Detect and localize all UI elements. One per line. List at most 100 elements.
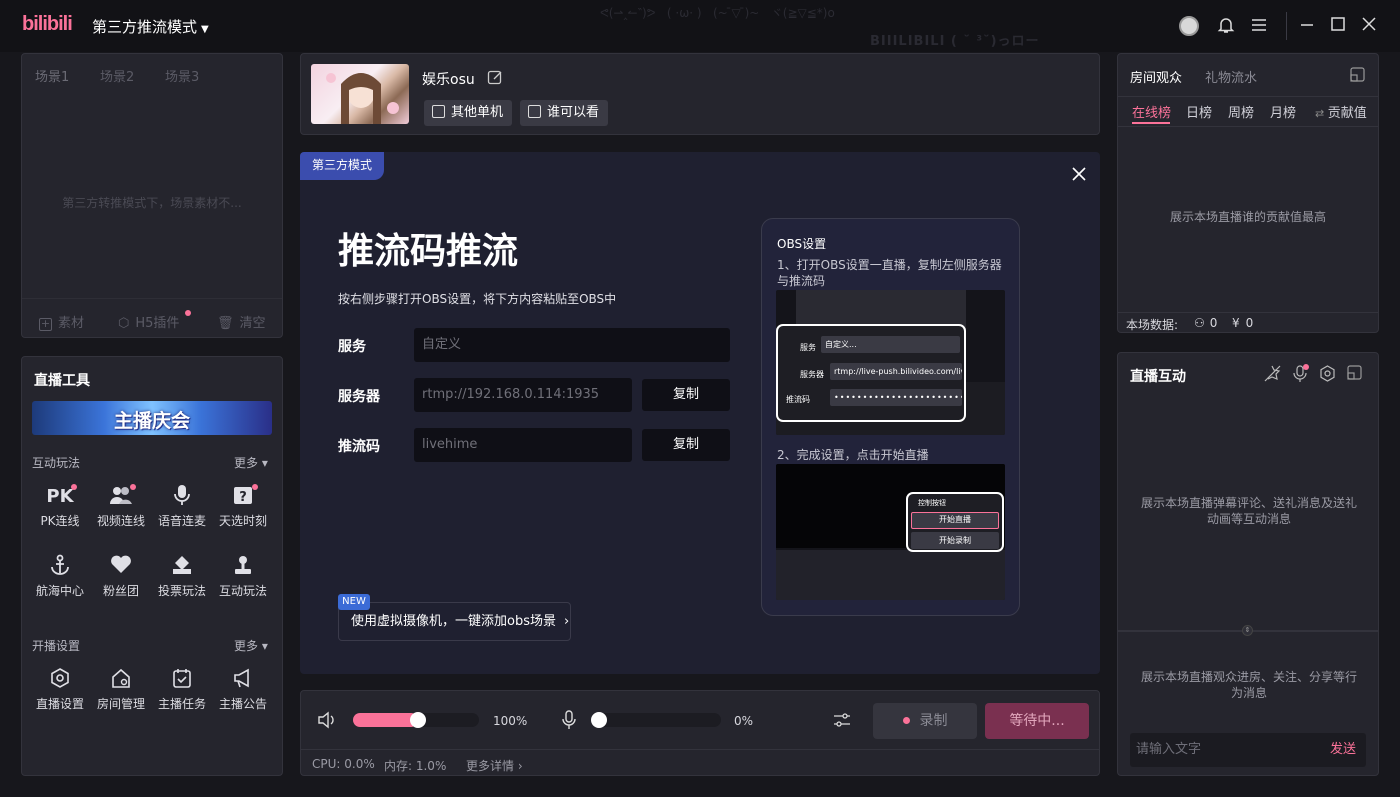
tool-interactive-play[interactable]: 互动玩法 [213, 554, 273, 599]
record-button[interactable]: 录制 [873, 703, 977, 739]
viewer-count: ⚇ 0 [1194, 316, 1218, 330]
user-avatar[interactable] [1179, 16, 1199, 36]
virtual-camera-button[interactable]: 使用虚拟摄像机，一键添加obs场景 › [338, 602, 571, 641]
mic-icon[interactable] [561, 710, 577, 734]
close-icon[interactable] [1359, 16, 1379, 36]
new-badge: NEW [338, 594, 370, 610]
copy-server-button[interactable]: 复制 [642, 379, 730, 411]
volume-knob[interactable] [410, 712, 426, 728]
visibility-button[interactable]: 谁可以看 [520, 100, 609, 126]
tool-live-settings[interactable]: 直播设置 [30, 667, 90, 712]
caret-down-icon: ▼ [201, 24, 209, 35]
title-bar: ᕙ(⇀‸↼‶)ᕗ ( ·ω· ) (~ ̄▽ ̄)~ ヾ(≧▽≦*)o BIII… [0, 0, 1400, 52]
send-button[interactable]: 发送 [1330, 733, 1356, 767]
tab-gift-flow[interactable]: 礼物流水 [1205, 67, 1257, 86]
maximize-icon[interactable] [1328, 16, 1348, 36]
rank-daily[interactable]: 日榜 [1186, 102, 1212, 121]
audience-panel: 房间观众 礼物流水 在线榜 日榜 周榜 月榜 ⇄ 贡献值 展示本场直播谁的贡献值… [1117, 53, 1379, 333]
popout-icon[interactable] [1350, 67, 1365, 86]
add-material-button[interactable]: + 素材 [39, 312, 84, 331]
home-icon [106, 667, 136, 693]
bell-icon[interactable] [1216, 16, 1236, 36]
effects-off-icon[interactable] [1264, 365, 1281, 386]
close-icon[interactable] [1072, 162, 1086, 186]
scene-tab-2[interactable]: 场景2 [100, 66, 134, 85]
obs-guide-card: OBS设置 1、打开OBS设置一直播，复制左侧服务器与推流码 服务 自定义...… [761, 218, 1020, 616]
tool-fan-club[interactable]: 粉丝团 [91, 554, 151, 599]
start-live-button[interactable]: 等待中... [985, 703, 1089, 739]
settings-icon[interactable] [1319, 365, 1336, 386]
anchor-icon [45, 554, 75, 580]
more-details-link[interactable]: 更多详情 › [466, 757, 523, 774]
notification-dot [185, 310, 191, 316]
category-button[interactable]: 其他单机 [424, 100, 513, 126]
tool-video-link[interactable]: 视频连线 [91, 484, 151, 529]
clear-button[interactable]: 🗑 清空 [217, 312, 266, 331]
h5-plugin-button[interactable]: ⬡ H5插件 [118, 312, 179, 331]
rank-weekly[interactable]: 周榜 [1228, 102, 1254, 121]
edit-icon[interactable] [487, 69, 503, 89]
mixer-icon[interactable] [833, 712, 851, 732]
mic-notify-icon[interactable] [1292, 364, 1309, 386]
mode-selector[interactable]: 第三方推流模式 ▼ [92, 16, 209, 37]
tab-room-audience[interactable]: 房间观众 [1130, 67, 1182, 86]
heart-icon [106, 554, 136, 580]
volume-value: 100% [493, 714, 528, 728]
tools-title: 直播工具 [34, 373, 90, 389]
mode-badge: 第三方模式 [300, 152, 384, 180]
speaker-icon[interactable] [317, 711, 337, 733]
interaction-title: 直播互动 [1130, 369, 1186, 385]
tool-vote[interactable]: 投票玩法 [152, 554, 212, 599]
scene-tab-3[interactable]: 场景3 [165, 66, 199, 85]
minimize-icon[interactable] [1297, 16, 1317, 36]
divider [1118, 96, 1378, 97]
volume-fill [353, 713, 418, 727]
mic-value: 0% [734, 714, 754, 728]
server-label: 服务器 [338, 389, 380, 405]
stream-key-field[interactable]: livehime [414, 428, 632, 462]
room-cover-image[interactable] [311, 64, 409, 124]
rank-contribution[interactable]: ⇄ 贡献值 [1315, 102, 1367, 121]
divider [1286, 12, 1287, 40]
tool-voyage[interactable]: 航海中心 [30, 554, 90, 599]
splitter-handle-icon[interactable]: ⇕ [1242, 625, 1253, 636]
interaction-panel: 直播互动 展示本场直播弹幕评论、送礼消息及送礼动画等互动消息 ⇕ 展示本场直播观… [1117, 352, 1379, 776]
server-field[interactable]: rtmp://192.168.0.114:1935 [414, 378, 632, 412]
tool-announcement[interactable]: 主播公告 [213, 667, 273, 712]
copy-key-button[interactable]: 复制 [642, 429, 730, 461]
rank-online[interactable]: 在线榜 [1132, 102, 1171, 121]
swap-icon: ⇄ [1315, 107, 1328, 120]
rank-monthly[interactable]: 月榜 [1270, 102, 1296, 121]
users-icon [106, 484, 136, 510]
chat-input[interactable]: 请输入文字 发送 [1130, 733, 1366, 767]
cube-icon: ⬡ [118, 316, 130, 331]
obs-step-2: 2、完成设置，点击开始直播 [777, 448, 929, 462]
tool-voice-link[interactable]: 语音连麦 [152, 484, 212, 529]
dialog-heading: 推流码推流 [338, 231, 519, 272]
chevron-right-icon: › [563, 614, 570, 629]
background-decoration: ᕙ(⇀‸↼‶)ᕗ ( ·ω· ) (~ ̄▽ ̄)~ ヾ(≧▽≦*)o [600, 6, 835, 20]
scene-tab-1[interactable]: 场景1 [35, 66, 69, 85]
tool-lottery[interactable]: ? 天选时刻 [213, 484, 273, 529]
obs-step-1: 1、打开OBS设置一直播，复制左侧服务器与推流码 [777, 258, 1002, 288]
megaphone-icon [228, 667, 258, 693]
service-field[interactable]: 自定义 [414, 328, 730, 362]
tool-tasks[interactable]: 主播任务 [152, 667, 212, 712]
tool-room-manage[interactable]: 房间管理 [91, 667, 151, 712]
settings-more-link[interactable]: 更多 ▾ [234, 637, 268, 654]
menu-icon[interactable] [1249, 16, 1269, 36]
gift-question-icon: ? [228, 484, 258, 510]
interactive-more-link[interactable]: 更多 ▾ [234, 454, 268, 471]
mic-slider[interactable] [591, 713, 721, 727]
background-decoration-2: BIIILIBILI ( ˘ ³˘)っロー [870, 34, 1040, 49]
popout-icon[interactable] [1347, 365, 1362, 384]
trash-icon: 🗑 [217, 316, 234, 331]
pk-icon: PK [45, 484, 77, 510]
active-tab-underline [1132, 122, 1170, 124]
tool-pk[interactable]: PK PK连线 [30, 484, 90, 529]
yen-icon: ¥ [1232, 316, 1240, 330]
event-banner[interactable]: 主播庆会 [32, 401, 272, 435]
scene-panel: 场景1 场景2 场景3 第三方转推模式下，场景素材不... + 素材 ⬡ H5插件 … [21, 53, 283, 338]
mic-knob[interactable] [591, 712, 607, 728]
dialog-description: 按右侧步骤打开OBS设置，将下方内容粘贴至OBS中 [338, 292, 617, 306]
